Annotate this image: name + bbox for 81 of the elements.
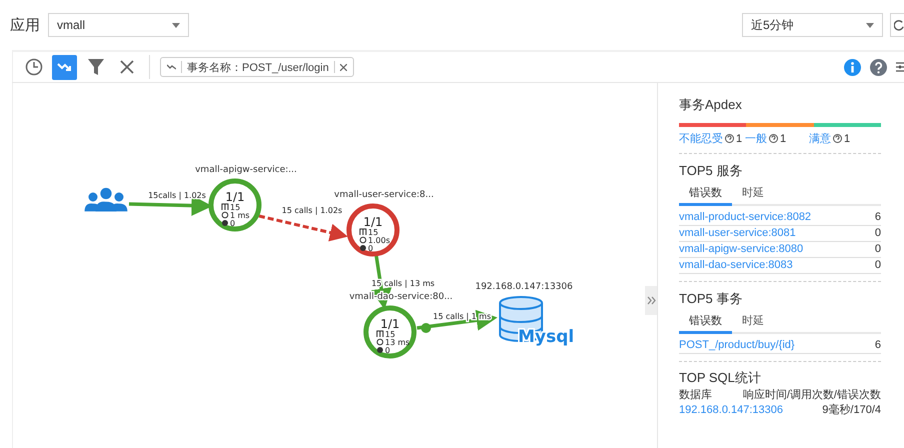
node-stat: 1 ms bbox=[230, 211, 250, 220]
node-stat: 15 bbox=[230, 203, 240, 212]
help-icon bbox=[725, 134, 734, 143]
ranking-value: 0 bbox=[874, 243, 881, 256]
service-node[interactable] bbox=[346, 204, 400, 256]
node-stat: 15 bbox=[368, 228, 378, 237]
info-icon[interactable] bbox=[844, 58, 861, 76]
ranking-value: 0 bbox=[874, 259, 881, 272]
filter-tag[interactable]: 事务名称：POST_/user/login bbox=[160, 57, 354, 77]
time-range-select[interactable]: 近5分钟 bbox=[742, 13, 883, 37]
tab[interactable]: 错误数 bbox=[679, 310, 732, 334]
close-icon bbox=[120, 60, 134, 74]
help-icon bbox=[833, 134, 842, 143]
apdex-count: 1 bbox=[780, 132, 786, 144]
ranking-link[interactable]: POST_/product/buy/{id} bbox=[679, 339, 795, 352]
node-stat: 1.00s bbox=[368, 236, 390, 245]
node-stat: 0 bbox=[230, 219, 236, 228]
ranking-link[interactable]: vmall-apigw-service:8080 bbox=[679, 243, 804, 256]
column-header: 数据库 bbox=[679, 389, 712, 402]
edge-start-dot bbox=[421, 323, 431, 333]
edge-label: 15 calls | 1.02s bbox=[282, 206, 342, 215]
node-ratio: 1/1 bbox=[363, 215, 383, 229]
apdex-count: 1 bbox=[844, 132, 850, 144]
refresh-icon bbox=[894, 19, 904, 31]
edge-label: 15 calls | 1 ms bbox=[433, 312, 491, 321]
apdex-link[interactable]: 满意 bbox=[809, 131, 831, 146]
double-chevron-icon bbox=[646, 296, 656, 305]
node-stat: 0 bbox=[385, 346, 390, 355]
sql-stats: 9毫秒/170/4 bbox=[822, 404, 881, 417]
refresh-button[interactable] bbox=[890, 13, 904, 37]
count-icon bbox=[222, 204, 228, 210]
section-title: TOP5 服务 bbox=[679, 163, 744, 178]
node-stat: 0 bbox=[368, 244, 374, 253]
sliders-icon[interactable] bbox=[896, 60, 904, 74]
ranking-link[interactable]: vmall-user-service:8081 bbox=[679, 227, 796, 240]
database-address: 192.168.0.147:13306 bbox=[475, 282, 573, 292]
caret-icon bbox=[866, 22, 874, 28]
apdex-link[interactable]: 不能忍受 bbox=[679, 131, 723, 146]
app-label: 应用 bbox=[10, 16, 40, 34]
users-icon[interactable] bbox=[84, 188, 128, 212]
section-title: TOP5 事务 bbox=[679, 291, 744, 306]
service-node[interactable] bbox=[208, 178, 262, 232]
apdex-count: 1 bbox=[736, 132, 742, 144]
ranking-link[interactable]: vmall-product-service:8082 bbox=[679, 211, 812, 224]
trend-icon bbox=[56, 61, 72, 73]
service-name: vmall-apigw-service:... bbox=[195, 165, 297, 175]
ranking-value: 0 bbox=[874, 227, 881, 240]
ranking-link[interactable]: vmall-dao-service:8083 bbox=[679, 259, 793, 272]
tab[interactable]: 时延 bbox=[732, 310, 774, 334]
clock-icon bbox=[376, 338, 384, 346]
app-select[interactable]: vmall bbox=[48, 13, 189, 37]
clock-icon bbox=[360, 236, 366, 244]
node-ratio: 1/1 bbox=[225, 190, 245, 204]
service-node[interactable] bbox=[364, 306, 416, 358]
column-header: 响应时间/调用次数/错误次数 bbox=[742, 389, 881, 402]
count-icon bbox=[360, 228, 366, 236]
help-icon bbox=[769, 134, 778, 143]
database-link[interactable]: 192.168.0.147:13306 bbox=[679, 404, 783, 417]
clock-icon bbox=[24, 58, 42, 76]
tab[interactable]: 时延 bbox=[732, 182, 774, 206]
ranking-value: 6 bbox=[874, 339, 881, 352]
filter-tag-text: 事务名称：POST_/user/login bbox=[187, 60, 329, 74]
clock-icon bbox=[222, 212, 228, 218]
ranking-value: 6 bbox=[874, 211, 881, 224]
apdex-link[interactable]: 一般 bbox=[745, 131, 767, 146]
service-name: vmall-user-service:8... bbox=[334, 190, 434, 200]
count-icon bbox=[376, 330, 384, 338]
section-title: 事务Apdex bbox=[679, 97, 743, 112]
node-stat: 13 ms bbox=[385, 338, 410, 347]
node-ratio: 1/1 bbox=[380, 317, 400, 331]
section-title: TOP SQL统计 bbox=[679, 370, 762, 385]
close-icon bbox=[340, 64, 347, 70]
tab[interactable]: 错误数 bbox=[679, 182, 732, 206]
edge-label: 15calls | 1.02s bbox=[148, 191, 206, 200]
caret-icon bbox=[172, 22, 180, 28]
topology-button[interactable] bbox=[52, 54, 77, 80]
filter-icon bbox=[88, 58, 104, 76]
node-stat: 15 bbox=[385, 330, 396, 339]
help-icon[interactable] bbox=[870, 58, 887, 76]
trend-icon bbox=[167, 64, 176, 70]
collapse-button[interactable] bbox=[645, 286, 657, 315]
